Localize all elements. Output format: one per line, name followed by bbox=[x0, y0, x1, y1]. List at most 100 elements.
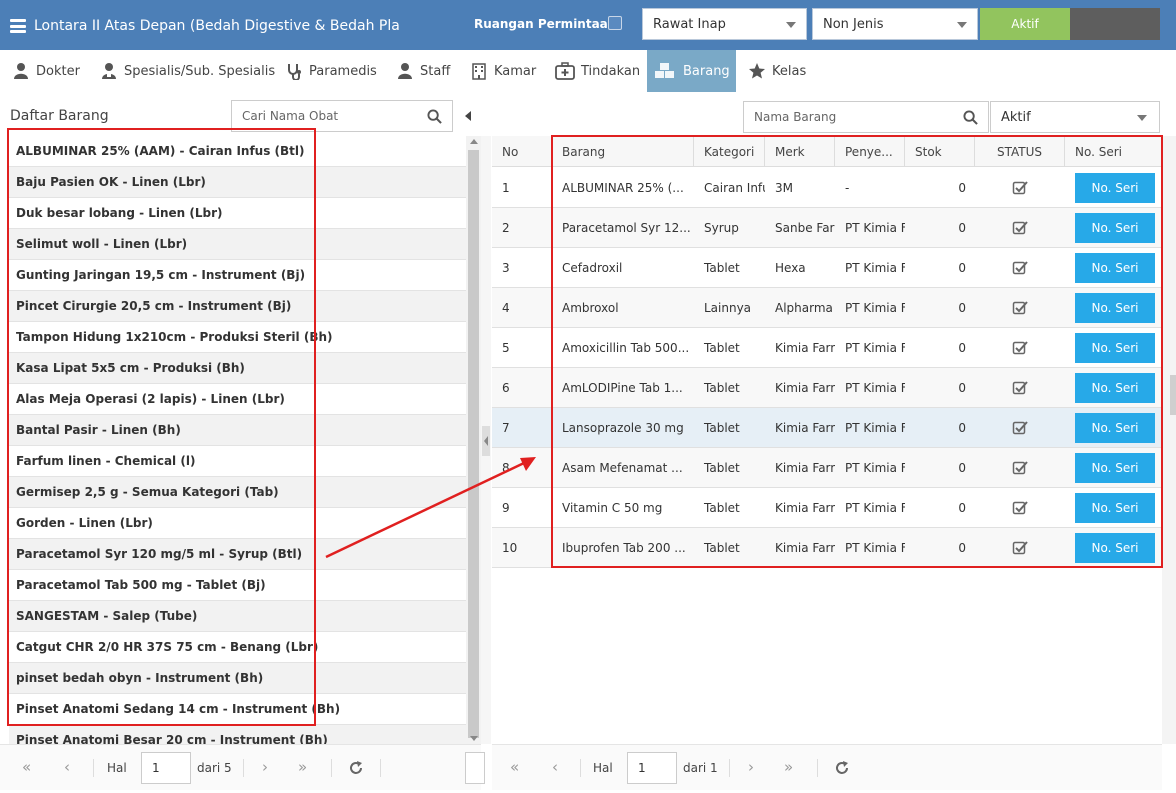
col-merk[interactable]: Merk bbox=[765, 136, 835, 167]
list-item[interactable]: Catgut CHR 2/0 HR 37S 75 cm - Benang (Lb… bbox=[9, 632, 466, 663]
list-item[interactable]: Gunting Jaringan 19,5 cm - Instrument (B… bbox=[9, 260, 466, 291]
no-seri-button[interactable]: No. Seri bbox=[1075, 533, 1155, 563]
page-size-select[interactable] bbox=[465, 752, 485, 784]
table-row[interactable]: 5 Amoxicillin Tab 500... Tablet Kimia Farma… bbox=[492, 328, 1162, 368]
scrollbar-thumb[interactable] bbox=[468, 150, 479, 738]
table-row[interactable]: 1 ALBUMINAR 25% (... Cairan Infus 3M - 0 No. S… bbox=[492, 168, 1162, 208]
page-number-input[interactable]: 1 bbox=[141, 752, 191, 784]
cari-obat-input[interactable]: Cari Nama Obat bbox=[231, 100, 453, 132]
status-filter-select[interactable]: Aktif bbox=[990, 101, 1160, 133]
list-item[interactable]: Pincet Cirurgie 20,5 cm - Instrument (Bj… bbox=[9, 291, 466, 322]
refresh-icon[interactable] bbox=[348, 760, 364, 776]
left-list-scrollbar[interactable] bbox=[466, 136, 481, 744]
table-row[interactable]: 2 Paracetamol Syr 12... Syrup Sanbe Farma PT… bbox=[492, 208, 1162, 248]
first-page-icon[interactable]: « bbox=[510, 760, 519, 775]
list-item[interactable]: Baju Pasien OK - Linen (Lbr) bbox=[9, 167, 466, 198]
list-item[interactable]: Alas Meja Operasi (2 lapis) - Linen (Lbr… bbox=[9, 384, 466, 415]
check-square-icon[interactable] bbox=[1012, 300, 1028, 316]
check-square-icon[interactable] bbox=[1012, 540, 1028, 556]
next-page-icon[interactable]: › bbox=[748, 760, 754, 775]
search-icon[interactable] bbox=[427, 109, 442, 124]
table-row[interactable]: 3 Cefadroxil Tablet Hexa PT Kimia Farma 0 No. … bbox=[492, 248, 1162, 288]
tab-tindakan[interactable]: Tindakan bbox=[549, 50, 646, 92]
no-seri-button[interactable]: No. Seri bbox=[1075, 493, 1155, 523]
check-square-icon[interactable] bbox=[1012, 420, 1028, 436]
nonaktif-toggle-button[interactable] bbox=[1070, 8, 1160, 40]
right-scrollbar[interactable] bbox=[1162, 136, 1176, 744]
col-stok[interactable]: Stok bbox=[905, 136, 975, 167]
check-square-icon[interactable] bbox=[1012, 260, 1028, 276]
list-item[interactable]: Gorden - Linen (Lbr) bbox=[9, 508, 466, 539]
list-item[interactable]: Selimut woll - Linen (Lbr) bbox=[9, 229, 466, 260]
check-square-icon[interactable] bbox=[1012, 340, 1028, 356]
table-row[interactable]: 7 Lansoprazole 30 mg Tablet Kimia Farma PT K… bbox=[492, 408, 1162, 448]
next-page-icon[interactable]: › bbox=[262, 760, 268, 775]
table-row[interactable]: 9 Vitamin C 50 mg Tablet Kimia Farma PT Kimi… bbox=[492, 488, 1162, 528]
no-seri-button[interactable]: No. Seri bbox=[1075, 453, 1155, 483]
cell-stok: 0 bbox=[958, 461, 966, 475]
ruangan-permintaan-checkbox[interactable] bbox=[608, 16, 622, 30]
list-item[interactable]: Pinset Anatomi Besar 20 cm - Instrument … bbox=[9, 725, 466, 744]
list-item[interactable]: Tampon Hidung 1x210cm - Produksi Steril … bbox=[9, 322, 466, 353]
check-square-icon[interactable] bbox=[1012, 220, 1028, 236]
no-seri-button[interactable]: No. Seri bbox=[1075, 213, 1155, 243]
collapse-left-icon[interactable] bbox=[465, 111, 471, 121]
tab-paramedis[interactable]: Paramedis bbox=[279, 50, 383, 92]
col-penyedia[interactable]: Penye... bbox=[835, 136, 905, 167]
rawat-select[interactable]: Rawat Inap bbox=[642, 8, 807, 40]
aktif-toggle-button[interactable]: Aktif bbox=[980, 8, 1070, 40]
no-seri-button[interactable]: No. Seri bbox=[1075, 253, 1155, 283]
scroll-down-icon[interactable] bbox=[470, 736, 478, 741]
col-no-seri[interactable]: No. Seri bbox=[1065, 136, 1162, 167]
list-item[interactable]: ALBUMINAR 25% (AAM) - Cairan Infus (Btl) bbox=[9, 136, 466, 167]
list-item[interactable]: Paracetamol Tab 500 mg - Tablet (Bj) bbox=[9, 570, 466, 601]
no-seri-button[interactable]: No. Seri bbox=[1075, 293, 1155, 323]
list-item[interactable]: Duk besar lobang - Linen (Lbr) bbox=[9, 198, 466, 229]
list-item[interactable]: Bantal Pasir - Linen (Bh) bbox=[9, 415, 466, 446]
no-seri-button[interactable]: No. Seri bbox=[1075, 413, 1155, 443]
check-square-icon[interactable] bbox=[1012, 380, 1028, 396]
no-seri-button[interactable]: No. Seri bbox=[1075, 373, 1155, 403]
tab-staff[interactable]: Staff bbox=[390, 50, 456, 92]
col-kategori[interactable]: Kategori bbox=[694, 136, 765, 167]
list-icon[interactable] bbox=[10, 19, 26, 33]
scroll-up-icon[interactable] bbox=[470, 139, 478, 144]
search-icon[interactable] bbox=[963, 110, 978, 125]
pane-splitter[interactable] bbox=[481, 136, 491, 744]
expand-handle[interactable] bbox=[1170, 375, 1176, 415]
no-seri-button[interactable]: No. Seri bbox=[1075, 333, 1155, 363]
table-row[interactable]: 6 AmLODIPine Tab 1... Tablet Kimia Farma PT … bbox=[492, 368, 1162, 408]
jenis-select[interactable]: Non Jenis bbox=[812, 8, 978, 40]
list-item[interactable]: Germisep 2,5 g - Semua Kategori (Tab) bbox=[9, 477, 466, 508]
no-seri-button[interactable]: No. Seri bbox=[1075, 173, 1155, 203]
check-square-icon[interactable] bbox=[1012, 460, 1028, 476]
last-page-icon[interactable]: » bbox=[298, 760, 307, 775]
table-row[interactable]: 4 Ambroxol Lainnya Alpharma PT Kimia Farma 0 N… bbox=[492, 288, 1162, 328]
tab-kamar[interactable]: Kamar bbox=[464, 50, 542, 92]
tab-spesialis[interactable]: Spesialis/Sub. Spesialis bbox=[94, 50, 281, 92]
tab-dokter[interactable]: Dokter bbox=[6, 50, 86, 92]
list-item[interactable]: Pinset Anatomi Sedang 14 cm - Instrument… bbox=[9, 694, 466, 725]
prev-page-icon[interactable]: ‹ bbox=[64, 760, 70, 775]
last-page-icon[interactable]: » bbox=[784, 760, 793, 775]
table-row[interactable]: 8 Asam Mefenamat ... Tablet Kimia Farma PT K… bbox=[492, 448, 1162, 488]
list-item[interactable]: SANGESTAM - Salep (Tube) bbox=[9, 601, 466, 632]
list-item[interactable]: Paracetamol Syr 120 mg/5 ml - Syrup (Btl… bbox=[9, 539, 466, 570]
splitter-grip[interactable] bbox=[482, 426, 490, 456]
check-square-icon[interactable] bbox=[1012, 180, 1028, 196]
first-page-icon[interactable]: « bbox=[22, 760, 31, 775]
tab-barang[interactable]: Barang bbox=[647, 50, 736, 92]
col-barang[interactable]: Barang bbox=[552, 136, 694, 167]
prev-page-icon[interactable]: ‹ bbox=[552, 760, 558, 775]
check-square-icon[interactable] bbox=[1012, 500, 1028, 516]
col-status[interactable]: STATUS bbox=[975, 136, 1065, 167]
table-row[interactable]: 10 Ibuprofen Tab 200 ... Tablet Kimia Farma… bbox=[492, 528, 1162, 568]
list-item[interactable]: Farfum linen - Chemical (l) bbox=[9, 446, 466, 477]
col-no[interactable]: No bbox=[492, 136, 552, 167]
tab-kelas[interactable]: Kelas bbox=[742, 50, 812, 92]
list-item[interactable]: pinset bedah obyn - Instrument (Bh) bbox=[9, 663, 466, 694]
nama-barang-input[interactable]: Nama Barang bbox=[743, 101, 989, 133]
list-item[interactable]: Kasa Lipat 5x5 cm - Produksi (Bh) bbox=[9, 353, 466, 384]
refresh-icon[interactable] bbox=[834, 760, 850, 776]
page-number-input[interactable]: 1 bbox=[627, 752, 677, 784]
